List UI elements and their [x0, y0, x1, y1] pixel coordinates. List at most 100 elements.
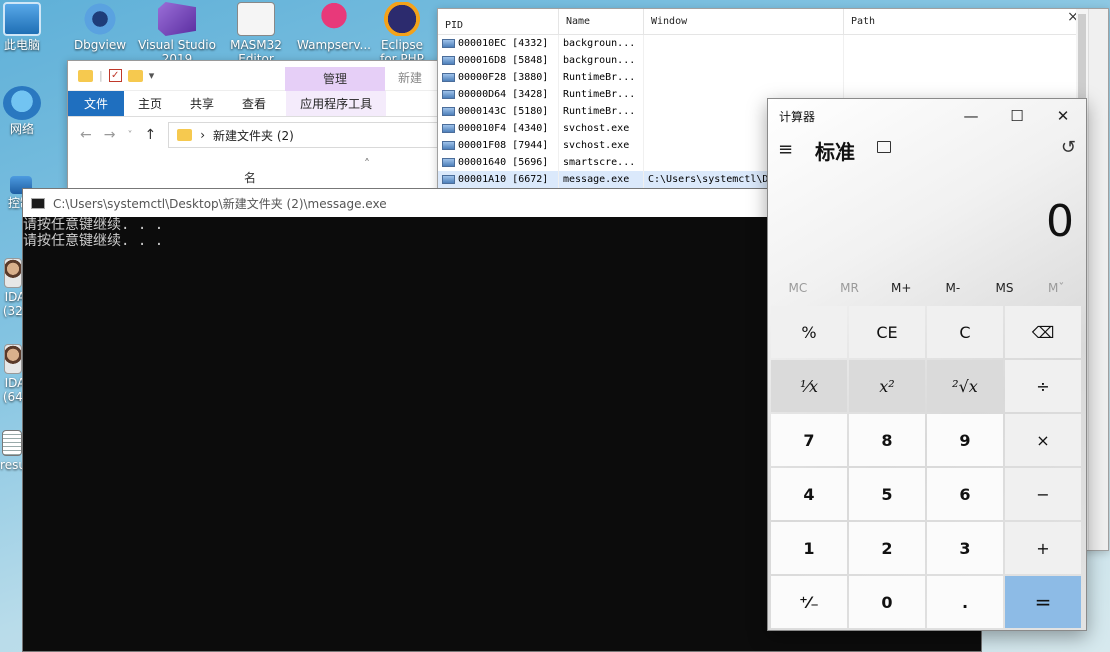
process-pid: 00001F08 [7944] [458, 140, 549, 151]
column-header-pid[interactable]: PID [438, 9, 559, 34]
desktop-icon-wampserver[interactable]: Wampserv... [294, 2, 374, 52]
process-window-cell [644, 69, 844, 86]
key-label: × [1036, 430, 1050, 450]
digit-9-key[interactable]: 9 [927, 414, 1003, 466]
ribbon-tab-home[interactable]: 主页 [124, 91, 176, 116]
console-title: C:\Users\systemctl\Desktop\新建文件夹 (2)\mes… [53, 196, 387, 211]
divide-key[interactable]: ÷ [1005, 360, 1081, 412]
desktop-icon-this-pc[interactable]: 此电脑 [0, 2, 62, 52]
process-icon [442, 90, 455, 99]
desktop-icon-visual-studio[interactable]: Visual Studio 2019 [137, 2, 217, 66]
memory-subtract-button[interactable]: M- [927, 273, 979, 303]
negate-key[interactable]: ⁺⁄₋ [771, 576, 847, 628]
ribbon-tab-view[interactable]: 查看 [228, 91, 280, 116]
sort-caret-icon: ˄ [364, 157, 370, 171]
manage-context-tab[interactable]: 管理 [285, 67, 385, 91]
square-key[interactable]: x² [849, 360, 925, 412]
reciprocal-key[interactable]: ¹⁄x [771, 360, 847, 412]
close-icon[interactable]: ✕ [1040, 103, 1086, 129]
history-icon[interactable]: ↺ [1061, 137, 1076, 158]
desktop-icon-network[interactable]: 网络 [0, 86, 62, 136]
document-icon [2, 430, 22, 456]
digit-3-key[interactable]: 3 [927, 522, 1003, 574]
key-label: % [801, 322, 817, 342]
memory-recall-button[interactable]: MR [824, 273, 876, 303]
eclipse-icon [383, 2, 421, 36]
process-pid-cell: 000010EC [4332] [438, 35, 559, 52]
digit-1-key[interactable]: 1 [771, 522, 847, 574]
digit-0-key[interactable]: 0 [849, 576, 925, 628]
desktop-icon-label: 此电脑 [3, 38, 40, 52]
desktop-icon-dbgview[interactable]: Dbgview [60, 2, 140, 52]
equals-key[interactable]: = [1005, 576, 1081, 628]
process-row[interactable]: 000010EC [4332] backgroun... [438, 35, 1108, 52]
digit-7-key[interactable]: 7 [771, 414, 847, 466]
key-label: 2 [881, 538, 893, 558]
process-icon [442, 124, 455, 133]
calculator-display: 0 [1046, 196, 1074, 247]
folder-icon[interactable] [78, 69, 93, 82]
key-label: ⁺⁄₋ [799, 592, 819, 612]
key-label: = [1034, 590, 1052, 614]
calculator-window[interactable]: 计算器 — ☐ ✕ ≡ 标准 ↺ 0 MC MR M+ M- MS Mˇ % CE… [767, 98, 1087, 631]
backspace-key[interactable]: ⌫ [1005, 306, 1081, 358]
maximize-icon[interactable]: ☐ [994, 103, 1040, 129]
customize-toolbar-icon[interactable]: ▾ [149, 69, 155, 82]
scrollbar-thumb[interactable] [1078, 14, 1086, 104]
back-arrow-icon[interactable]: ← [80, 127, 92, 143]
process-row[interactable]: 00000F28 [3880] RuntimeBr... [438, 69, 1108, 86]
ribbon-tab-app-tools[interactable]: 应用程序工具 [286, 91, 387, 116]
memory-clear-button[interactable]: MC [772, 273, 824, 303]
hamburger-menu-icon[interactable]: ≡ [778, 139, 793, 160]
add-key[interactable]: + [1005, 522, 1081, 574]
recent-locations-icon[interactable]: ˅ [127, 130, 132, 141]
clear-entry-key[interactable]: CE [849, 306, 925, 358]
ribbon-tab-file[interactable]: 文件 [68, 91, 125, 116]
digit-2-key[interactable]: 2 [849, 522, 925, 574]
decimal-key[interactable]: . [927, 576, 1003, 628]
keep-on-top-icon[interactable] [877, 141, 891, 153]
minimize-icon[interactable]: — [948, 103, 994, 129]
process-list-header: PID Name Window Path [438, 9, 1108, 35]
key-label: ⌫ [1031, 322, 1055, 342]
explorer-title-bar: | ✓ ▾ 管理 新建 [68, 61, 446, 91]
multiply-key[interactable]: × [1005, 414, 1081, 466]
ida-icon [4, 344, 22, 374]
process-icon [442, 158, 455, 167]
memory-add-button[interactable]: M+ [875, 273, 927, 303]
forward-arrow-icon[interactable]: → [104, 127, 116, 143]
digit-6-key[interactable]: 6 [927, 468, 1003, 520]
key-label: 3 [959, 538, 971, 558]
calculator-title: 计算器 [779, 110, 816, 124]
properties-icon[interactable]: ✓ [108, 69, 122, 82]
window-border [1088, 9, 1108, 550]
up-arrow-icon[interactable]: ↑ [144, 127, 156, 143]
ida-icon [4, 258, 22, 288]
desktop-icon-masm32[interactable]: MASM32 Editor [216, 2, 296, 66]
new-folder-icon[interactable] [127, 69, 143, 82]
process-pid: 00000F28 [3880] [458, 72, 549, 83]
square-root-key[interactable]: ²√x [927, 360, 1003, 412]
percent-key[interactable]: % [771, 306, 847, 358]
digit-4-key[interactable]: 4 [771, 468, 847, 520]
column-header-window[interactable]: Window [644, 9, 844, 34]
address-separator: › [200, 128, 206, 142]
process-icon [442, 39, 455, 48]
address-bar[interactable]: › 新建文件夹 (2) [168, 122, 446, 148]
memory-list-button[interactable]: Mˇ [1030, 273, 1082, 303]
column-header-name[interactable]: 名称 [244, 169, 256, 189]
digit-5-key[interactable]: 5 [849, 468, 925, 520]
ribbon-tab-share[interactable]: 共享 [176, 91, 228, 116]
key-label: 7 [803, 430, 815, 450]
digit-8-key[interactable]: 8 [849, 414, 925, 466]
file-explorer-window[interactable]: | ✓ ▾ 管理 新建 文件 主页 共享 查看 应用程序工具 ← → ˅ ↑ ›… [67, 60, 447, 190]
subtract-key[interactable]: − [1005, 468, 1081, 520]
key-label: ÷ [1036, 376, 1050, 396]
key-label: CE [876, 322, 898, 342]
clear-key[interactable]: C [927, 306, 1003, 358]
desktop-icon-eclipse[interactable]: Eclipse for PHP [372, 2, 432, 66]
column-header-name[interactable]: Name [559, 9, 644, 34]
process-pid: 00001A10 [6672] [458, 174, 549, 185]
memory-store-button[interactable]: MS [979, 273, 1031, 303]
process-row[interactable]: 000016D8 [5848] backgroun... [438, 52, 1108, 69]
